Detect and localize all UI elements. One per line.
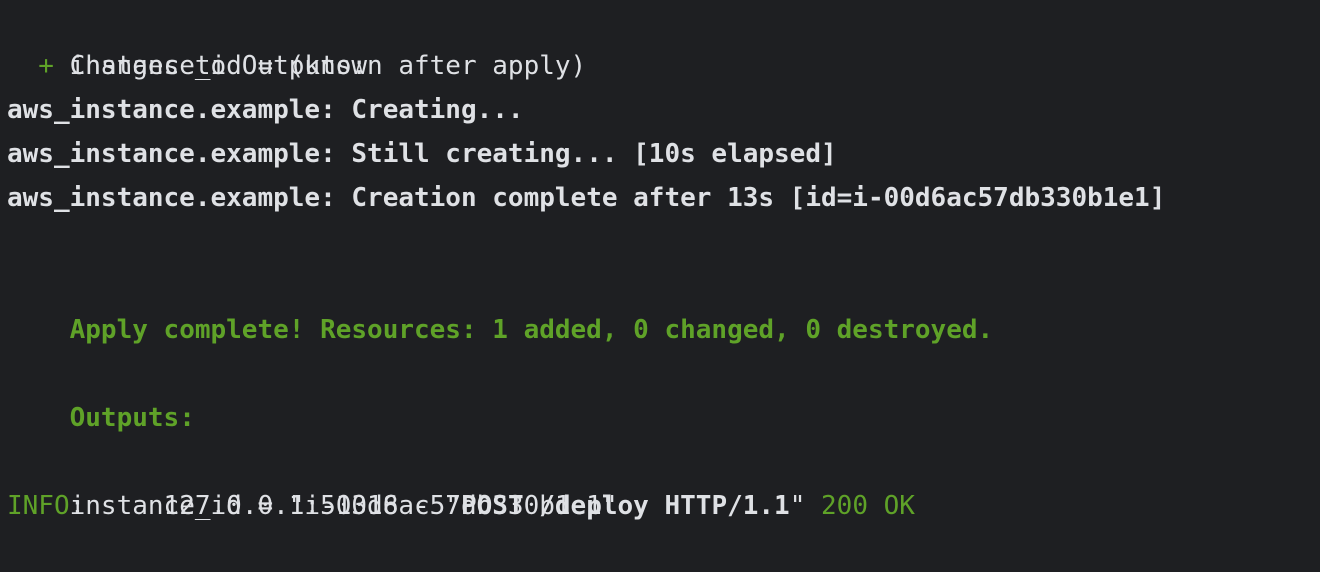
request-quote-close: " [789,491,806,521]
response-status: 200 OK [805,491,915,521]
log-dash: - [398,491,446,521]
log-separator: : [69,491,164,521]
plan-output-line: + instance_id = (known after apply) [7,44,1320,88]
creating-status: Creating... [335,95,524,125]
still-creating-line: aws_instance.example: Still creating... … [7,132,1320,176]
creation-complete-status: Creation complete after 13s [id=i-00d6ac… [335,183,1166,213]
request-line: POST /deploy HTTP/1.1 [460,491,790,521]
creation-complete-line: aws_instance.example: Creation complete … [7,176,1320,220]
terminal-output: Changes to Outputs: + instance_id = (kno… [0,0,1320,562]
request-quote-open: " [445,491,461,521]
log-level: INFO [7,491,70,521]
client-address: 127.0.0.1:51318 [163,491,399,521]
resource-name: aws_instance.example: [7,139,336,169]
plan-output-text: instance_id = (known after apply) [69,51,587,81]
resource-name: aws_instance.example: [7,95,336,125]
outputs-header: Outputs: [69,403,195,433]
still-creating-status: Still creating... [10s elapsed] [335,139,837,169]
info-log-line: INFO: 127.0.0.1:51318 - "POST /deploy HT… [7,484,1320,528]
creating-line: aws_instance.example: Creating... [7,88,1320,132]
apply-complete-line: Apply complete! Resources: 1 added, 0 ch… [7,264,1320,345]
apply-complete-text: Apply complete! Resources: 1 added, 0 ch… [69,315,994,345]
output-value-line: instance_id = "i-00d6ac57db330b1e1" [7,440,1320,521]
changes-header-line: Changes to Outputs: [7,0,1320,81]
outputs-header-line: Outputs: [7,352,1320,433]
resource-name: aws_instance.example: [7,183,336,213]
plus-marker: + [7,51,70,81]
